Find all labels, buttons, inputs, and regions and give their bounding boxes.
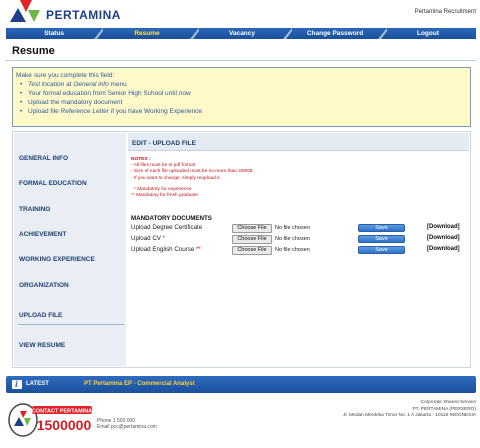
nav-status[interactable]: Status <box>14 28 94 39</box>
download-link[interactable]: [Download] <box>427 224 460 230</box>
nav-separator <box>378 28 387 39</box>
upload-row-degree: Upload Degree Certificate Choose File No… <box>131 224 469 234</box>
notice-box: Make sure you complete this field: Test … <box>12 67 471 127</box>
notice-item-text: if you have Working Experience <box>108 108 203 115</box>
contact-label: CONTACT PERTAMINA <box>32 409 92 415</box>
notice-item-text: at <box>64 81 74 88</box>
corporate-info: Corporate Shared Service PT. PERTAMINA (… <box>343 400 476 420</box>
file-status: No file chosen <box>275 247 310 253</box>
nav-separator <box>94 28 103 39</box>
info-icon: i <box>12 379 22 389</box>
choose-file-button[interactable]: Choose File <box>232 224 272 233</box>
upload-label-text: Upload Degree Certificate <box>131 224 203 231</box>
pertamina-logo[interactable]: PERTAMINA <box>8 0 128 26</box>
sidebar-item-working-experience[interactable]: WORKING EXPERIENCE <box>19 256 119 263</box>
company-address: Jl. Medan Merdeka Timur No. 1 A Jakarta … <box>343 413 476 418</box>
download-link[interactable]: [Download] <box>427 235 460 241</box>
recruitment-label: Pertamina Recruitment <box>414 9 476 15</box>
sidebar-item-upload-file[interactable]: UPLOAD FILE <box>19 312 119 319</box>
notice-item-emphasis: Reference Letter <box>60 108 109 115</box>
upload-label: Upload Degree Certificate <box>131 224 202 231</box>
upload-notes: NOTES : - All files must be in pdf forma… <box>131 157 381 199</box>
mandatory-heading: MANDATORY DOCUMENTS <box>131 215 212 222</box>
notice-item: Your formal education from Senior High S… <box>16 89 467 98</box>
upload-label: Upload English Course ** <box>131 246 201 253</box>
download-link[interactable]: [Download] <box>427 246 460 252</box>
nav-separator <box>190 28 199 39</box>
nav-change-password[interactable]: Change Password <box>292 28 378 39</box>
sidebar-item-training[interactable]: TRAINING <box>19 206 119 213</box>
sidebar-item-formal-education[interactable]: FORMAL EDUCATION <box>19 180 119 187</box>
file-status: No file chosen <box>275 236 310 242</box>
file-status: No file chosen <box>275 225 310 231</box>
latest-news-link[interactable]: PT Pertamina EP - Commercial Analyst <box>84 381 195 387</box>
contact-number: 1500000 <box>37 417 92 433</box>
nav-vacancy[interactable]: Vacancy <box>200 28 284 39</box>
required-marker: * <box>162 235 166 242</box>
sidebar-item-organization[interactable]: ORGANIZATION <box>19 282 119 289</box>
save-button[interactable]: Save <box>358 246 405 254</box>
latest-label: LATEST <box>26 381 49 387</box>
upload-row-english-course: Upload English Course ** Choose File No … <box>131 246 469 256</box>
notice-item-text: menu <box>108 81 127 88</box>
sidebar-item-general-info[interactable]: GENERAL INFO <box>19 155 119 162</box>
sidebar-item-view-resume[interactable]: VIEW RESUME <box>19 342 119 349</box>
title-divider <box>6 60 476 61</box>
nav-logout[interactable]: Logout <box>388 28 468 39</box>
save-button[interactable]: Save <box>358 235 405 243</box>
main-nav: Status Resume Vacancy Change Password Lo… <box>6 28 476 39</box>
logo-text: PERTAMINA <box>46 8 121 22</box>
save-button[interactable]: Save <box>358 224 405 232</box>
nav-resume[interactable]: Resume <box>104 28 190 39</box>
notice-item-text: Upload file <box>28 108 61 115</box>
contact-details: Phone 1 500 000 Email pcc@pertamina.com <box>97 418 157 430</box>
notice-list: Test location at General info menu Your … <box>16 80 467 116</box>
notice-title: Make sure you complete this field: <box>16 72 115 79</box>
upload-label-text: Upload English Course <box>131 246 197 253</box>
panel-header: EDIT - UPLOAD FILE <box>128 133 469 151</box>
email-text[interactable]: Email pcc@pertamina.com <box>97 424 157 430</box>
upload-row-cv: Upload CV * Choose File No file chosen S… <box>131 235 469 245</box>
contact-pertamina-logo: CONTACT PERTAMINA 1500000 <box>8 402 95 438</box>
header: PERTAMINA Pertamina Recruitment <box>0 0 480 28</box>
choose-file-button[interactable]: Choose File <box>232 235 272 244</box>
notice-item-emphasis: General info <box>73 81 109 88</box>
pertamina-logo-icon <box>10 0 40 22</box>
upload-label-text: Upload CV <box>131 235 163 242</box>
resume-sidebar: GENERAL INFO FORMAL EDUCATION TRAINING A… <box>14 133 126 366</box>
notice-item: Test location at General info menu <box>16 80 467 89</box>
sidebar-active-underline <box>18 324 124 325</box>
upload-label: Upload CV * <box>131 235 165 242</box>
notes-line: ** Mandatory for fresh graduate <box>131 193 198 199</box>
notice-item: Upload the mandatory document <box>16 98 467 107</box>
sidebar-item-achievement[interactable]: ACHIEVEMENT <box>19 231 119 238</box>
required-marker: ** <box>196 246 201 253</box>
panel-heading: EDIT - UPLOAD FILE <box>132 140 196 147</box>
nav-separator <box>283 28 292 39</box>
notice-item-emphasis: Test location <box>28 81 65 88</box>
page-title: Resume <box>12 45 55 57</box>
choose-file-button[interactable]: Choose File <box>232 246 272 255</box>
latest-news-bar: i LATEST PT Pertamina EP - Commercial An… <box>6 376 476 393</box>
notice-item: Upload file Reference Letter if you have… <box>16 107 467 116</box>
